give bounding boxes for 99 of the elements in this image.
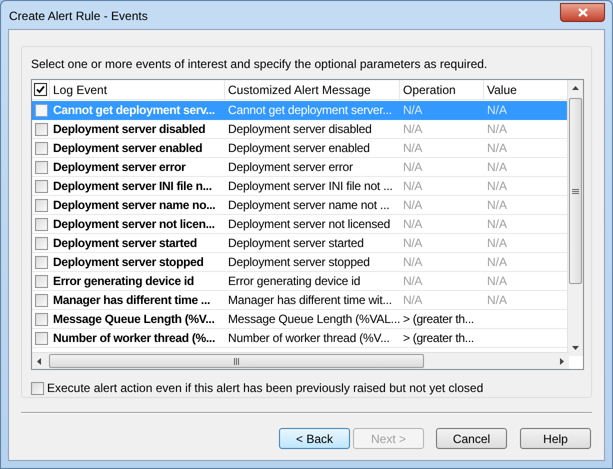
vertical-scrollbar[interactable] (567, 80, 583, 356)
scroll-up-icon[interactable] (572, 86, 579, 90)
table-cell-text: Deployment server not licen... (52, 216, 216, 233)
instruction-text: Select one or more events of interest and specify the optional parameters as required. (31, 56, 488, 73)
table-cell-text: Number of worker thread (%... (52, 330, 216, 347)
table-cell-text: N/A (486, 121, 508, 138)
table-cell-text: N/A (402, 216, 424, 233)
checkbox[interactable] (34, 104, 48, 116)
table-cell-text: Manager has different time ... (52, 292, 212, 309)
column-header[interactable]: Log Event (50, 80, 225, 100)
table-cell-text: N/A (402, 197, 424, 214)
table-cell-text: N/A (486, 159, 508, 176)
table-cell-text: Deployment server stopped (52, 254, 205, 271)
checkbox[interactable] (34, 180, 48, 192)
table-cell-text: Deployment server enabled (227, 140, 371, 157)
table-cell-text: > (greater th... (402, 311, 475, 328)
grip-icon (572, 188, 579, 194)
table-cell-text: Deployment server stopped (227, 254, 371, 271)
table-cell-text: Deployment server enabled (52, 140, 204, 157)
scroll-left-icon[interactable] (37, 358, 41, 364)
table-cell-text: Cannot get deployment serv... (52, 102, 216, 119)
table-row[interactable]: Deployment server not licen... Deployment server not licensed N/A N/A (32, 215, 569, 234)
table-row[interactable]: Deployment server enabled Deployment server enabled N/A N/A (32, 139, 569, 158)
table-cell-text: N/A (486, 140, 508, 157)
table-cell-text: Deployment server started (227, 235, 365, 252)
table-cell-text: Deployment server INI file not ... (227, 178, 394, 195)
table-cell-text: Deployment server not licensed (227, 216, 392, 233)
table-cell-text: N/A (486, 235, 508, 252)
checkbox[interactable] (34, 256, 48, 268)
table-cell-text: Cannot get deployment server... (227, 102, 393, 119)
table-cell-text: N/A (402, 178, 424, 195)
table-cell-text: Deployment server name not ... (227, 197, 390, 214)
table-cell-text: Deployment server disabled (227, 121, 373, 138)
table-cell-text: Deployment server started (52, 235, 198, 252)
checkbox[interactable] (31, 382, 44, 394)
close-icon (578, 8, 588, 16)
checkbox[interactable] (34, 218, 48, 230)
table-cell-text: Deployment server disabled (52, 121, 206, 138)
table-cell-text: N/A (486, 197, 508, 214)
table-cell-text: N/A (402, 121, 424, 138)
table-cell-text: Error generating device id (227, 273, 362, 290)
checkbox[interactable] (34, 122, 48, 136)
table-row[interactable]: Message Queue Length (%V... Message Queue Length (%VAL... > (greater th... (32, 310, 569, 329)
grip-icon (234, 358, 239, 364)
table-cell-text: N/A (486, 216, 508, 233)
checkbox[interactable] (34, 83, 47, 96)
table-cell-text: N/A (402, 159, 424, 176)
table-row[interactable]: Deployment server INI file n... Deployment server INI file not ... N/A N/A (32, 177, 569, 196)
table-cell-text: Message Queue Length (%VAL... (227, 311, 400, 328)
table-cell-text: Number of worker thread (%V... (227, 330, 391, 347)
table-row[interactable]: Error generating device id Error generating device id N/A N/A (32, 272, 569, 291)
table-cell-text: Error generating device id (52, 273, 195, 290)
dialog-button[interactable]: < Back (279, 428, 350, 449)
checkbox[interactable] (34, 274, 48, 288)
table-cell-text: N/A (402, 254, 424, 271)
scrollbar-thumb[interactable] (569, 98, 582, 284)
option-label[interactable]: Execute alert action even if this alert has been previously raised but not yet closed (47, 379, 484, 397)
table-row[interactable]: Deployment server error Deployment server error N/A N/A (32, 158, 569, 177)
table-cell-text: N/A (402, 235, 424, 252)
table-cell-text: Manager has different time wit... (227, 292, 393, 309)
table-row[interactable]: Number of worker thread (%... Number of worker thread (%V... > (greater th... (32, 329, 569, 348)
table-row[interactable]: Deployment server stopped Deployment server stopped N/A N/A (32, 253, 569, 272)
close-button[interactable] (560, 2, 605, 22)
checkbox[interactable] (34, 160, 48, 174)
checkbox[interactable] (34, 142, 48, 154)
table-row[interactable]: Deployment server name no... Deployment server name not ... N/A N/A (32, 196, 569, 215)
table-cell-text: Deployment server name no... (52, 197, 216, 214)
table-cell-text: N/A (486, 254, 508, 271)
scroll-down-icon[interactable] (572, 346, 579, 350)
dialog-button[interactable]: Cancel (436, 428, 507, 449)
checkbox[interactable] (34, 236, 48, 250)
table-cell-text: Message Queue Length (%V... (52, 311, 216, 328)
checkbox[interactable] (34, 294, 48, 306)
checkbox[interactable] (34, 198, 48, 212)
table-cell-text: Deployment server error (227, 159, 354, 176)
table-cell-text: N/A (486, 292, 508, 309)
checkbox[interactable] (34, 312, 48, 326)
checkmark-icon (36, 85, 45, 94)
table-cell-text: > (greater th... (402, 330, 475, 347)
scrollbar-thumb[interactable] (49, 354, 424, 368)
checkbox[interactable] (34, 332, 48, 344)
table-cell-text: N/A (402, 102, 424, 119)
window-title: Create Alert Rule - Events (8, 8, 148, 25)
horizontal-scrollbar[interactable] (32, 352, 569, 369)
scroll-right-icon[interactable] (560, 358, 564, 364)
table-cell-text: N/A (402, 273, 424, 290)
table-cell-text: N/A (402, 292, 424, 309)
table-cell-text: N/A (486, 102, 508, 119)
table-cell-text: N/A (402, 140, 424, 157)
column-header[interactable]: Operation (400, 80, 484, 100)
table-row[interactable]: Manager has different time ... Manager has different time wit... N/A N/A (32, 291, 569, 310)
table-cell-text: N/A (486, 273, 508, 290)
table-cell-text: Deployment server error (52, 159, 187, 176)
table-cell-text: Deployment server INI file n... (52, 178, 213, 195)
column-header[interactable]: Customized Alert Message (225, 80, 400, 100)
table-cell-text: N/A (486, 178, 508, 195)
dialog-button[interactable]: Help (520, 428, 591, 449)
table-row[interactable]: Deployment server started Deployment server started N/A N/A (32, 234, 569, 253)
table-row[interactable]: Deployment server disabled Deployment server disabled N/A N/A (32, 120, 569, 139)
